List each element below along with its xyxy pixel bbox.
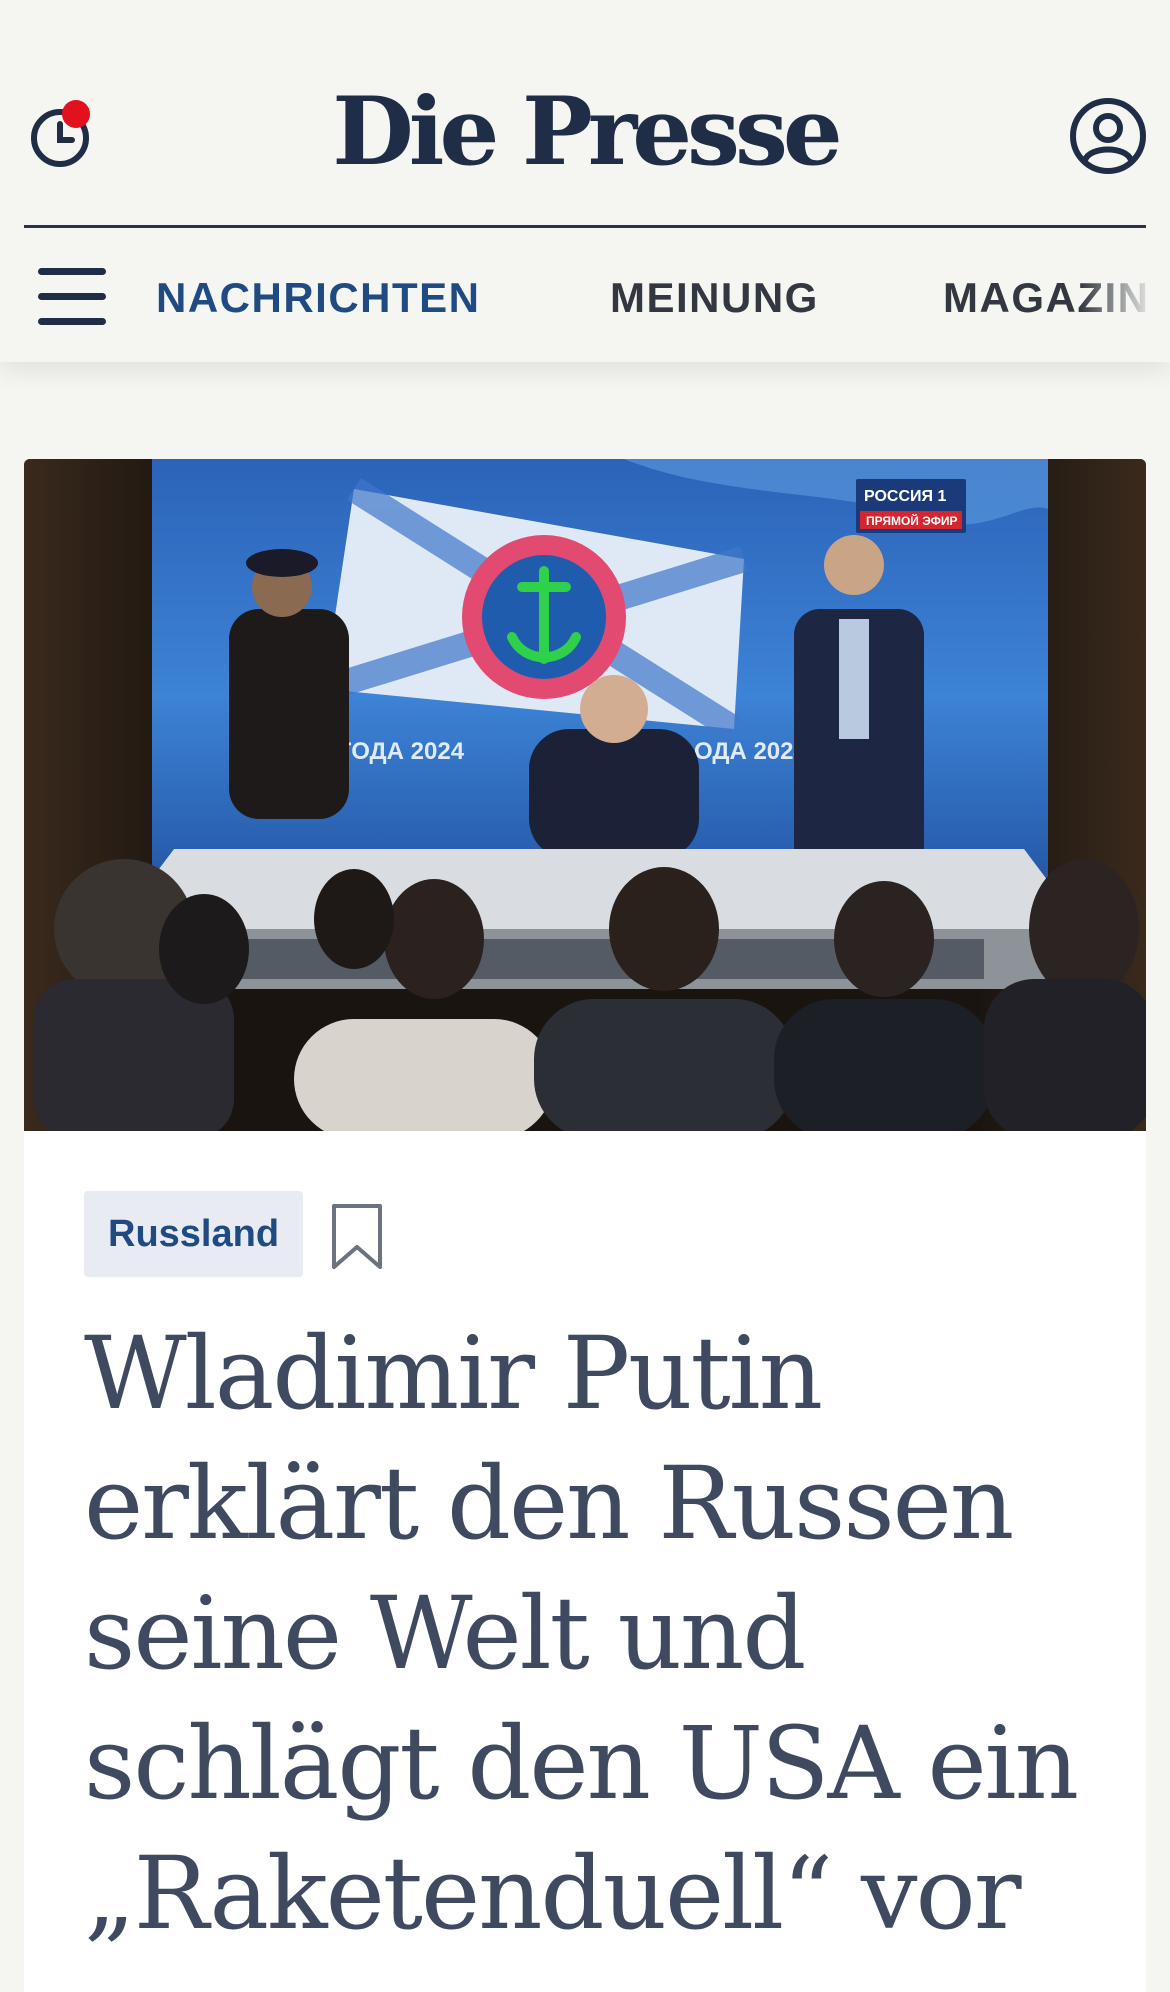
site-logo[interactable]: Die Presse — [0, 82, 1170, 182]
bookmark-icon — [332, 1204, 382, 1269]
hamburger-line — [38, 318, 106, 325]
top-bar: Die Presse — [0, 62, 1170, 212]
hero-photo: И ГОДА 2024 ОДА 2024 РОССИЯ 1 ПРЯМОЙ ЭФИ… — [24, 459, 1146, 1131]
category-tag[interactable]: Russland — [84, 1191, 304, 1277]
bookmark-button[interactable] — [330, 1203, 384, 1271]
article-card[interactable]: Russland Wladimir Putin erklärt den Russ… — [24, 1131, 1146, 1992]
nav-item-meinung[interactable]: MEINUNG — [610, 270, 819, 326]
hero-image[interactable]: И ГОДА 2024 ОДА 2024 РОССИЯ 1 ПРЯМОЙ ЭФИ… — [24, 459, 1146, 1131]
nav-scroll-fade — [1080, 232, 1170, 362]
hamburger-menu-icon — [38, 268, 106, 275]
account-button[interactable] — [1068, 96, 1148, 176]
site-header: Die Presse NACHRICHTEN MEINUNG MAGAZIN — [0, 0, 1170, 362]
banner-text-right: ОДА 2024 — [694, 738, 807, 765]
nav-item-nachrichten[interactable]: NACHRICHTEN — [156, 270, 481, 326]
live-badge: ПРЯМОЙ ЭФИР — [866, 513, 958, 528]
broadcaster-badge: РОССИЯ 1 — [864, 488, 946, 505]
user-account-icon — [1070, 98, 1146, 174]
header-divider — [24, 225, 1146, 228]
main-navigation: NACHRICHTEN MEINUNG MAGAZIN — [0, 232, 1170, 362]
article-headline[interactable]: Wladimir Putin erklärt den Russen seine … — [84, 1309, 1094, 1959]
hamburger-menu-button[interactable] — [38, 268, 106, 326]
hamburger-line — [38, 293, 106, 300]
